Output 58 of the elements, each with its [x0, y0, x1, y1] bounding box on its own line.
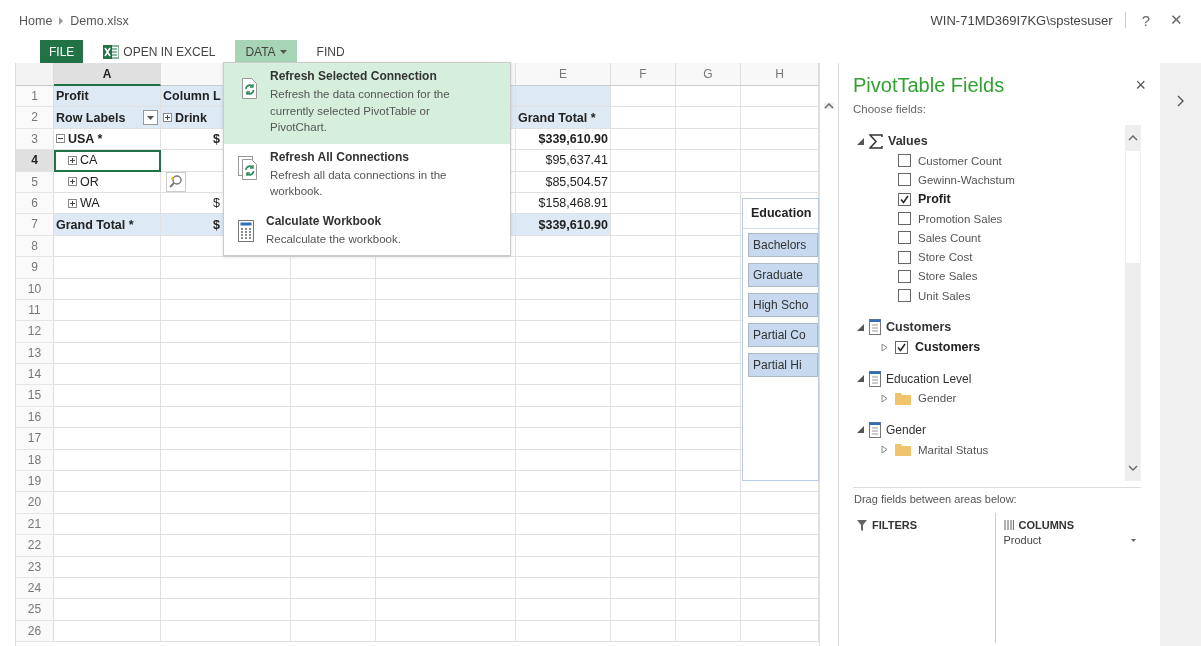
cell-text: Row Labels	[56, 110, 126, 125]
row-number: 10	[16, 278, 54, 300]
row-number: 9	[16, 257, 54, 279]
cell-text: $	[213, 196, 220, 211]
row-number: 11	[16, 299, 54, 322]
area-label: FILTERS	[872, 519, 917, 531]
file-name: Demo.xlsx	[70, 14, 129, 28]
cell-text: OR	[80, 174, 99, 189]
menu-item-description: Refresh the data connection for the currently selected PivotTable or PivotChart.	[270, 87, 451, 135]
row-number: 25	[16, 599, 54, 621]
row-number: 26	[16, 620, 54, 643]
panel-subtitle: Choose fields:	[853, 103, 927, 117]
menu-item-title: Refresh Selected Connection	[270, 69, 438, 83]
cell-text: WA	[80, 196, 100, 211]
row-number: 7	[16, 214, 54, 236]
row-number: 19	[16, 471, 54, 493]
cell-text: $158,468.91	[538, 196, 608, 211]
row-number: 12	[16, 321, 54, 343]
cell-text: $95,637.41	[545, 153, 608, 168]
panel-title: PivotTable Fields	[853, 73, 1005, 97]
menu-item-description: Refresh all data connections in the workbook.	[270, 167, 448, 199]
cell-text: Column L	[163, 89, 221, 104]
cell-text: USA *	[68, 131, 103, 146]
row-number: 8	[16, 235, 54, 258]
menu-item-title: Refresh All Connections	[270, 149, 410, 164]
cell-text: $339,610.90	[538, 217, 608, 232]
menu-item-description: Recalculate the workbook.	[266, 231, 402, 247]
cell-text: Drink	[175, 110, 207, 125]
cell-text: $	[213, 131, 220, 146]
row-number: 18	[16, 449, 54, 472]
area-label: COLUMNS	[1018, 519, 1075, 531]
row-number: 17	[16, 428, 54, 450]
menu-item-title: Calculate Workbook	[266, 213, 383, 228]
row-number: 24	[16, 578, 54, 600]
cell-text: Profit	[56, 89, 89, 104]
cell-text: $	[213, 217, 220, 232]
cell-text: Grand Total *	[56, 217, 134, 232]
cell-text: $85,504.57	[545, 174, 608, 189]
row-number: 1	[16, 86, 54, 108]
row-number: 16	[16, 406, 54, 429]
row-number: 13	[16, 342, 54, 365]
row-number: 22	[16, 535, 54, 557]
row-number: 23	[16, 556, 54, 578]
row-number: 2	[16, 107, 54, 129]
row-number: 14	[16, 364, 54, 386]
row-number: 5	[16, 171, 54, 193]
row-number: 21	[16, 513, 54, 536]
user-name: WIN-71MD369I7KG\spstesuser	[930, 12, 1113, 28]
cell-text: Grand Total *	[518, 110, 596, 125]
row-number: 15	[16, 385, 54, 407]
row-number: 20	[16, 492, 54, 514]
row-number: 3	[16, 128, 54, 151]
slicer-title: Education	[743, 199, 818, 229]
cell-text: $339,610.90	[538, 131, 608, 146]
row-number: 6	[16, 192, 54, 215]
row-number: 4	[16, 150, 54, 172]
cell-text: CA	[80, 153, 98, 168]
areas-hint: Drag fields between areas below:	[853, 492, 1018, 507]
